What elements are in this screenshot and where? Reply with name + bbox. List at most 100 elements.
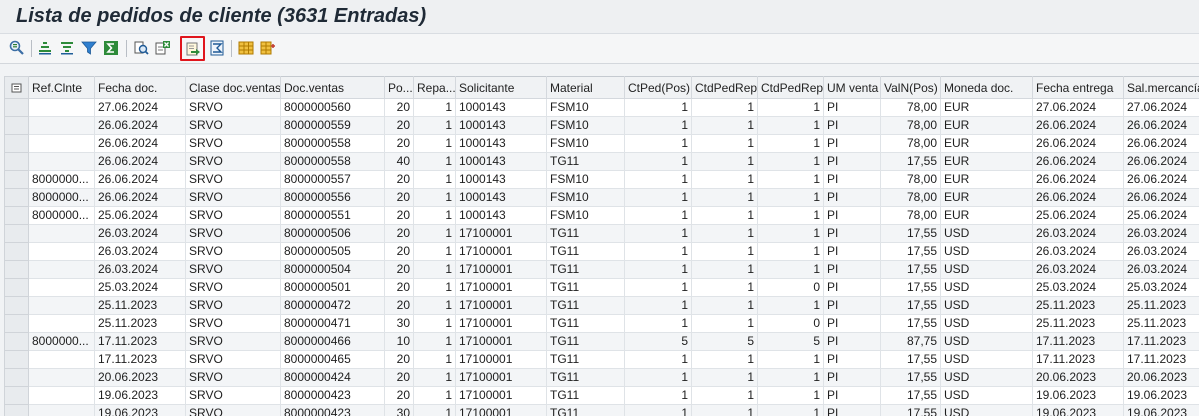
table-cell[interactable]: 1000143 xyxy=(455,98,547,117)
table-cell[interactable]: 20.06.2023 xyxy=(1123,368,1199,387)
table-cell[interactable]: 1 xyxy=(413,296,456,315)
row-selector[interactable] xyxy=(4,332,29,351)
table-cell[interactable]: 1 xyxy=(413,332,456,351)
table-cell[interactable] xyxy=(28,260,95,279)
table-cell[interactable]: 19.06.2023 xyxy=(94,386,186,405)
table-cell[interactable]: 8000000424 xyxy=(280,368,385,387)
table-cell[interactable]: 17100001 xyxy=(455,386,547,405)
table-cell[interactable]: 30 xyxy=(384,404,414,416)
table-cell[interactable]: 26.03.2024 xyxy=(1123,224,1199,243)
table-row[interactable]: 25.03.2024 SRVO 8000000501 20 1 17100001 TG11 1… xyxy=(4,278,1199,297)
column-header[interactable]: CtPed(Pos) xyxy=(624,76,692,99)
table-cell[interactable]: 17100001 xyxy=(455,224,547,243)
table-cell[interactable]: 1 xyxy=(691,116,758,135)
table-cell[interactable]: 17100001 xyxy=(455,404,547,416)
details-icon[interactable] xyxy=(6,37,28,59)
table-cell[interactable]: PI xyxy=(823,404,881,416)
table-cell[interactable]: 1 xyxy=(624,206,692,225)
table-cell[interactable]: 40 xyxy=(384,152,414,171)
table-cell[interactable]: 8000000466 xyxy=(280,332,385,351)
table-cell[interactable]: 10 xyxy=(384,332,414,351)
table-cell[interactable]: 1 xyxy=(691,224,758,243)
row-selector[interactable] xyxy=(4,134,29,153)
table-cell[interactable]: 17,55 xyxy=(880,386,941,405)
table-cell[interactable]: 26.03.2024 xyxy=(1032,224,1124,243)
row-selector[interactable] xyxy=(4,206,29,225)
table-cell[interactable]: 26.06.2024 xyxy=(1123,116,1199,135)
table-cell[interactable]: USD xyxy=(940,368,1033,387)
table-cell[interactable]: SRVO xyxy=(185,278,281,297)
table-cell[interactable]: 8000000465 xyxy=(280,350,385,369)
column-header[interactable]: ValN(Pos) xyxy=(880,76,941,99)
table-cell[interactable]: 1 xyxy=(691,404,758,416)
table-cell[interactable]: 26.06.2024 xyxy=(1032,188,1124,207)
table-row[interactable]: 25.11.2023 SRVO 8000000471 30 1 17100001 TG11 1… xyxy=(4,314,1199,333)
table-cell[interactable]: 17,55 xyxy=(880,404,941,416)
table-cell[interactable]: PI xyxy=(823,314,881,333)
table-cell[interactable]: EUR xyxy=(940,116,1033,135)
table-cell[interactable]: 25.11.2023 xyxy=(1123,314,1199,333)
table-cell[interactable]: 25.06.2024 xyxy=(1123,206,1199,225)
table-cell[interactable]: 8000000471 xyxy=(280,314,385,333)
table-cell[interactable]: 20 xyxy=(384,260,414,279)
table-row[interactable]: 19.06.2023 SRVO 8000000423 30 1 17100001 TG11 1… xyxy=(4,404,1199,416)
table-cell[interactable]: PI xyxy=(823,368,881,387)
row-selector[interactable] xyxy=(4,188,29,207)
table-cell[interactable]: 17100001 xyxy=(455,260,547,279)
table-cell[interactable]: PI xyxy=(823,98,881,117)
table-cell[interactable]: TG11 xyxy=(546,314,625,333)
table-cell[interactable]: 1 xyxy=(624,224,692,243)
table-cell[interactable]: 1000143 xyxy=(455,116,547,135)
table-cell[interactable]: 1 xyxy=(413,152,456,171)
table-cell[interactable]: 20 xyxy=(384,386,414,405)
table-cell[interactable]: TG11 xyxy=(546,368,625,387)
table-cell[interactable]: EUR xyxy=(940,188,1033,207)
table-cell[interactable]: 78,00 xyxy=(880,98,941,117)
row-selector[interactable] xyxy=(4,170,29,189)
table-cell[interactable] xyxy=(28,296,95,315)
table-cell[interactable]: 1 xyxy=(413,206,456,225)
column-header[interactable]: Fecha entrega xyxy=(1032,76,1124,99)
table-cell[interactable]: EUR xyxy=(940,98,1033,117)
table-cell[interactable]: 1 xyxy=(624,116,692,135)
table-cell[interactable]: 1 xyxy=(691,98,758,117)
table-cell[interactable]: TG11 xyxy=(546,278,625,297)
table-row[interactable]: 19.06.2023 SRVO 8000000423 20 1 17100001 TG11 1… xyxy=(4,386,1199,405)
table-cell[interactable]: USD xyxy=(940,224,1033,243)
table-cell[interactable]: TG11 xyxy=(546,332,625,351)
table-cell[interactable] xyxy=(28,386,95,405)
table-cell[interactable]: 1 xyxy=(413,116,456,135)
export-spreadsheet-icon[interactable] xyxy=(152,37,174,59)
table-cell[interactable]: 78,00 xyxy=(880,206,941,225)
table-cell[interactable]: USD xyxy=(940,260,1033,279)
table-cell[interactable]: 8000000551 xyxy=(280,206,385,225)
column-header[interactable]: CtdPedRep xyxy=(691,76,758,99)
table-cell[interactable]: USD xyxy=(940,386,1033,405)
filter-icon[interactable] xyxy=(78,37,100,59)
table-cell[interactable]: FSM10 xyxy=(546,170,625,189)
table-cell[interactable]: 1 xyxy=(691,260,758,279)
table-cell[interactable]: 17100001 xyxy=(455,368,547,387)
table-row[interactable]: 8000000... 26.06.2024 SRVO 8000000556 20 1 100… xyxy=(4,188,1199,207)
table-cell[interactable]: USD xyxy=(940,332,1033,351)
table-row[interactable]: 8000000... 17.11.2023 SRVO 8000000466 10 1 171… xyxy=(4,332,1199,351)
table-cell[interactable]: TG11 xyxy=(546,404,625,416)
table-cell[interactable]: 1 xyxy=(413,314,456,333)
table-cell[interactable]: 25.11.2023 xyxy=(94,296,186,315)
table-cell[interactable]: 1 xyxy=(757,152,824,171)
table-cell[interactable]: FSM10 xyxy=(546,98,625,117)
table-cell[interactable]: 1 xyxy=(757,404,824,416)
column-header[interactable]: UM venta xyxy=(823,76,881,99)
table-cell[interactable]: SRVO xyxy=(185,170,281,189)
table-cell[interactable]: 20 xyxy=(384,368,414,387)
table-cell[interactable]: 26.06.2024 xyxy=(1123,134,1199,153)
table-cell[interactable]: 26.06.2024 xyxy=(1123,170,1199,189)
row-selector[interactable] xyxy=(4,98,29,117)
table-cell[interactable]: FSM10 xyxy=(546,188,625,207)
table-cell[interactable]: 19.06.2023 xyxy=(1123,386,1199,405)
row-selector[interactable] xyxy=(4,350,29,369)
table-cell[interactable]: PI xyxy=(823,278,881,297)
table-cell[interactable]: 19.06.2023 xyxy=(94,404,186,416)
column-header[interactable]: Fecha doc. xyxy=(94,76,186,99)
row-selector[interactable] xyxy=(4,368,29,387)
